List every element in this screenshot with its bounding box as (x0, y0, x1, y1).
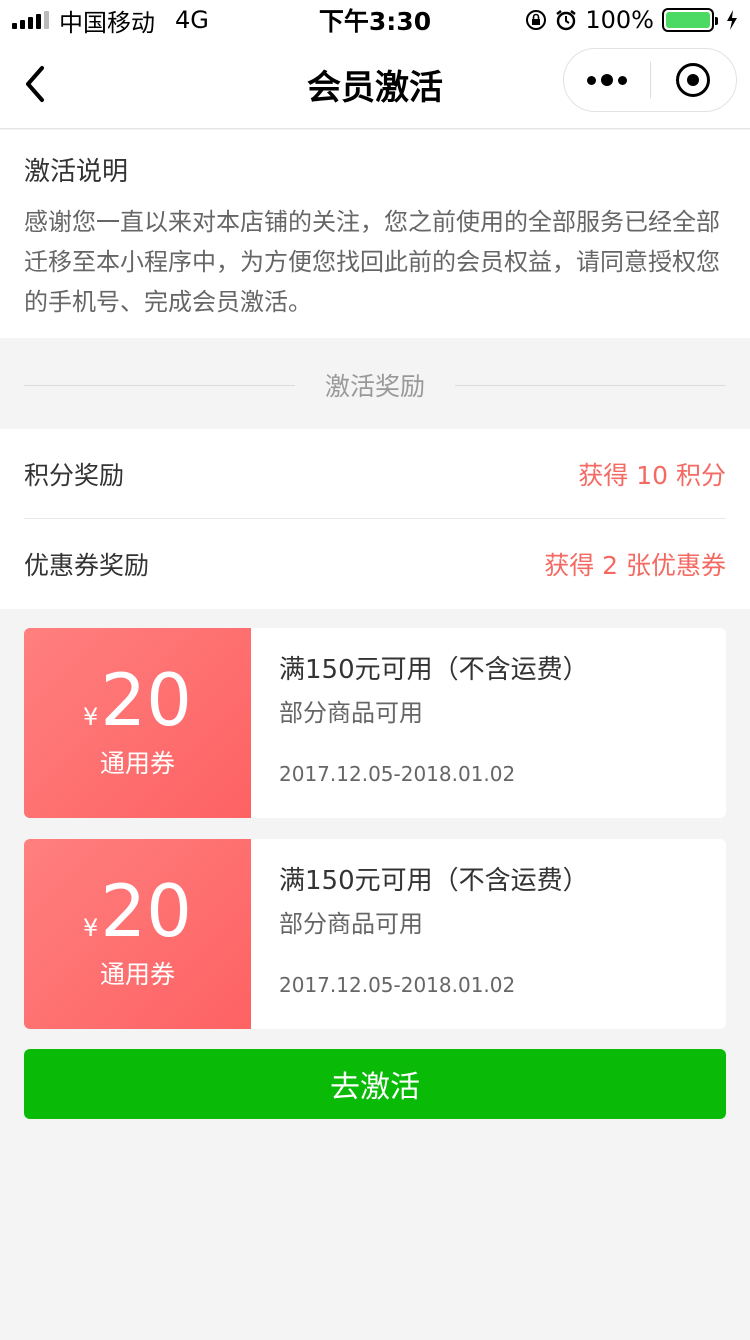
network-label: 4G (175, 6, 209, 34)
rewards-divider: 激活奖励 (24, 365, 727, 405)
coupon-value: 20 (100, 658, 192, 742)
carrier-label: 中国移动 (59, 8, 155, 37)
explain-title: 激活说明 (24, 157, 129, 187)
miniprogram-capsule (563, 48, 737, 112)
target-icon (676, 63, 711, 97)
reward-label: 优惠券奖励 (24, 551, 150, 580)
alarm-icon (556, 10, 577, 31)
more-button[interactable] (564, 49, 650, 111)
coupon-stub: ¥ 20 通用券 (24, 628, 251, 818)
activate-button[interactable]: 去激活 (24, 1049, 726, 1119)
status-right: 100% (525, 6, 738, 34)
signal-icon (12, 11, 49, 29)
coupon-amount: ¥ 20 (24, 664, 251, 736)
coupon-card: ¥ 20 通用券 满150元可用（不含运费） 部分商品可用 2017.12.05… (24, 839, 726, 1029)
rewards-list: 积分奖励 获得 10 积分 优惠券奖励 获得 2 张优惠券 (0, 429, 750, 609)
reward-row-coupons: 优惠券奖励 获得 2 张优惠券 (24, 519, 726, 609)
coupon-scope: 部分商品可用 (279, 910, 423, 938)
close-miniprogram-button[interactable] (651, 49, 737, 111)
status-left: 中国移动 4G (12, 3, 209, 38)
nav-bar: 会员激活 (0, 40, 750, 129)
explain-section: 激活说明 感谢您一直以来对本店铺的关注，您之前使用的全部服务已经全部迁移至本小程… (0, 130, 750, 338)
divider-line-right (455, 384, 727, 386)
coupon-condition: 满150元可用（不含运费） (279, 655, 589, 685)
coupon-scope: 部分商品可用 (279, 699, 423, 727)
coupon-type: 通用券 (99, 749, 175, 778)
more-icon (586, 74, 627, 86)
coupon-amount: ¥ 20 (24, 875, 251, 947)
coupon-details: 满150元可用（不含运费） 部分商品可用 2017.12.05-2018.01.… (279, 863, 716, 997)
coupon-card: ¥ 20 通用券 满150元可用（不含运费） 部分商品可用 2017.12.05… (24, 628, 726, 818)
coupon-details: 满150元可用（不含运费） 部分商品可用 2017.12.05-2018.01.… (279, 652, 716, 786)
reward-row-points: 积分奖励 获得 10 积分 (24, 429, 726, 519)
coupon-value: 20 (100, 869, 192, 953)
reward-value: 获得 10 积分 (578, 460, 726, 490)
battery-icon (662, 8, 718, 32)
reward-value: 获得 2 张优惠券 (544, 551, 726, 580)
charging-icon (727, 10, 737, 30)
coupon-stub: ¥ 20 通用券 (24, 839, 251, 1029)
coupon-validity: 2017.12.05-2018.01.02 (279, 762, 516, 786)
rewards-section-title: 激活奖励 (325, 372, 426, 401)
explain-body: 感谢您一直以来对本店铺的关注，您之前使用的全部服务已经全部迁移至本小程序中，为方… (24, 208, 720, 316)
currency-symbol: ¥ (83, 703, 99, 731)
divider-line-left (24, 384, 295, 386)
coupon-condition: 满150元可用（不含运费） (279, 866, 589, 896)
coupon-validity: 2017.12.05-2018.01.02 (279, 973, 516, 997)
battery-percent: 100% (585, 6, 654, 34)
rotation-lock-icon (526, 10, 547, 30)
reward-label: 积分奖励 (24, 460, 125, 490)
coupon-type: 通用券 (99, 960, 175, 989)
currency-symbol: ¥ (83, 914, 99, 942)
status-bar: 中国移动 4G 下午3:30 100% (0, 0, 750, 40)
